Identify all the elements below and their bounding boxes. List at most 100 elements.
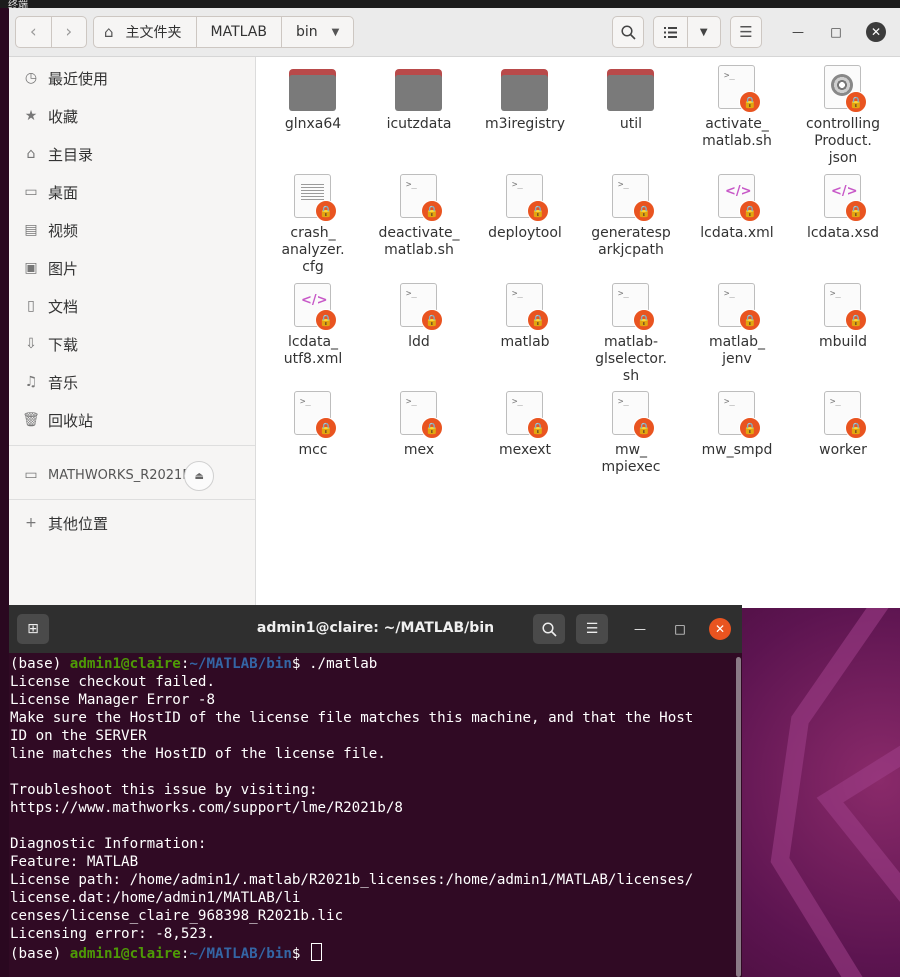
folder-icon bbox=[607, 65, 655, 113]
sidebar-item-home[interactable]: ⌂ 主目录 bbox=[9, 135, 255, 173]
file-item[interactable]: >_ 🔒 generatesp arkjcpath bbox=[579, 174, 683, 259]
file-item[interactable]: </> 🔒 lcdata.xml bbox=[685, 174, 789, 242]
music-icon: ♫ bbox=[24, 374, 38, 390]
terminal-minimize-button[interactable]: — bbox=[631, 620, 649, 638]
terminal-menu-button[interactable]: ☰ bbox=[576, 614, 608, 644]
file-item[interactable]: >_ 🔒 deactivate_ matlab.sh bbox=[367, 174, 471, 259]
lock-icon: 🔒 bbox=[421, 309, 443, 331]
script-file-icon: >_ 🔒 bbox=[501, 174, 549, 222]
script-file-icon: >_ 🔒 bbox=[395, 174, 443, 222]
terminal-close-button[interactable]: ✕ bbox=[709, 618, 731, 640]
xml-file-icon: </> 🔒 bbox=[819, 174, 867, 222]
search-icon bbox=[620, 24, 636, 40]
terminal-output-line: censes/license_claire_968398_R2021b.lic bbox=[10, 908, 344, 924]
lock-icon: 🔒 bbox=[633, 200, 655, 222]
sidebar-item-device[interactable]: ▭ MATHWORKS_R2021B ⏏ bbox=[9, 456, 255, 494]
file-item[interactable]: </> 🔒 lcdata.xsd bbox=[791, 174, 895, 242]
file-item[interactable]: >_ 🔒 mex bbox=[367, 391, 471, 459]
file-item[interactable]: >_ 🔒 activate_ matlab.sh bbox=[685, 65, 789, 150]
image-icon: ▣ bbox=[24, 260, 38, 276]
file-item[interactable]: >_ 🔒 worker bbox=[791, 391, 895, 459]
file-name: mcc bbox=[298, 442, 328, 458]
sidebar-item-pictures[interactable]: ▣ 图片 bbox=[9, 249, 255, 287]
file-item[interactable]: >_ 🔒 mexext bbox=[473, 391, 577, 459]
minimize-button[interactable]: — bbox=[789, 23, 807, 41]
terminal-output[interactable]: (base) admin1@claire:~/MATLAB/bin$ ./mat… bbox=[9, 653, 742, 977]
terminal-output-line: Diagnostic Information: bbox=[10, 836, 207, 852]
terminal-output-line: Make sure the HostID of the license file… bbox=[10, 710, 694, 726]
terminal-output-line: License Manager Error -8 bbox=[10, 692, 215, 708]
lock-icon: 🔒 bbox=[633, 417, 655, 439]
file-grid: glnxa64 icutzdata m3iregistry util >_ 🔒 activa… bbox=[256, 57, 900, 608]
terminal-scrollbar[interactable] bbox=[736, 657, 741, 977]
breadcrumb-matlab[interactable]: MATLAB bbox=[197, 17, 282, 47]
prompt-path: ~/MATLAB/bin bbox=[189, 656, 292, 672]
lock-icon: 🔒 bbox=[527, 200, 549, 222]
sidebar-item-other-locations[interactable]: + 其他位置 bbox=[9, 504, 255, 542]
prompt-end: $ bbox=[291, 656, 309, 672]
minimize-icon: — bbox=[792, 25, 804, 39]
prompt-user: admin1@claire bbox=[69, 946, 181, 962]
file-item[interactable]: >_ 🔒 mw_smpd bbox=[685, 391, 789, 459]
view-options: ▼ bbox=[653, 16, 721, 48]
folder-item[interactable]: icutzdata bbox=[367, 65, 471, 133]
file-item[interactable]: >_ 🔒 matlab_ jenv bbox=[685, 283, 789, 368]
sidebar-item-label: 桌面 bbox=[48, 183, 79, 202]
json-file-icon: 🔒 bbox=[819, 65, 867, 113]
breadcrumb-home[interactable]: ⌂ 主文件夹 bbox=[94, 17, 197, 47]
file-item[interactable]: </> 🔒 lcdata_ utf8.xml bbox=[261, 283, 365, 368]
folder-icon bbox=[501, 65, 549, 113]
lock-icon: 🔒 bbox=[315, 309, 337, 331]
search-button[interactable] bbox=[612, 16, 644, 48]
back-button[interactable]: ‹ bbox=[16, 17, 51, 47]
file-item[interactable]: >_ 🔒 matlab- glselector. sh bbox=[579, 283, 683, 385]
terminal-maximize-button[interactable]: □ bbox=[671, 620, 689, 638]
sidebar-item-documents[interactable]: ▯ 文档 bbox=[9, 287, 255, 325]
file-item[interactable]: 🔒 crash_ analyzer. cfg bbox=[261, 174, 365, 276]
terminal-prompt-line: (base) admin1@claire:~/MATLAB/bin$ ./mat… bbox=[10, 655, 377, 673]
sidebar-item-starred[interactable]: ★ 收藏 bbox=[9, 97, 255, 135]
folder-item[interactable]: glnxa64 bbox=[261, 65, 365, 133]
file-name: lcdata_ utf8.xml bbox=[283, 334, 343, 367]
file-item[interactable]: >_ 🔒 mw_ mpiexec bbox=[579, 391, 683, 476]
folder-item[interactable]: util bbox=[579, 65, 683, 133]
terminal-search-button[interactable] bbox=[533, 614, 565, 644]
sidebar-item-music[interactable]: ♫ 音乐 bbox=[9, 363, 255, 401]
breadcrumb-bin[interactable]: bin ▼ bbox=[282, 17, 353, 47]
file-item[interactable]: >_ 🔒mcc bbox=[261, 391, 365, 459]
terminal-output-line: Troubleshoot this issue by visiting: bbox=[10, 782, 318, 798]
file-name: mex bbox=[403, 442, 435, 458]
script-file-icon: >_ 🔒 bbox=[501, 283, 549, 331]
file-item[interactable]: >_ 🔒 mbuild bbox=[791, 283, 895, 351]
menu-button[interactable]: ☰ bbox=[730, 16, 762, 48]
view-dropdown-button[interactable]: ▼ bbox=[686, 17, 721, 47]
file-name: worker bbox=[819, 442, 867, 458]
sidebar-item-videos[interactable]: ▤ 视频 bbox=[9, 211, 255, 249]
list-view-button[interactable] bbox=[654, 17, 687, 47]
file-name: deactivate_ matlab.sh bbox=[378, 225, 460, 258]
chevron-down-icon: ▼ bbox=[699, 26, 708, 38]
file-name: glnxa64 bbox=[284, 116, 342, 132]
file-item[interactable]: >_ 🔒 deploytool bbox=[473, 174, 577, 242]
sidebar-item-trash[interactable]: 🗑 回收站 bbox=[9, 401, 255, 439]
file-item[interactable]: >_ 🔒 matlab bbox=[473, 283, 577, 351]
file-item[interactable]: 🔒 controlling Product. json bbox=[791, 65, 895, 167]
sidebar-item-label: 回收站 bbox=[48, 411, 94, 430]
sidebar-item-desktop[interactable]: ▭ 桌面 bbox=[9, 173, 255, 211]
terminal-prompt-line: (base) admin1@claire:~/MATLAB/bin$ bbox=[10, 943, 322, 963]
maximize-button[interactable]: □ bbox=[827, 23, 845, 41]
sidebar-item-recent[interactable]: ◷ 最近使用 bbox=[9, 59, 255, 97]
eject-button[interactable]: ⏏ bbox=[184, 461, 215, 491]
sidebar-item-downloads[interactable]: ⇩ 下载 bbox=[9, 325, 255, 363]
desktop-wallpaper-pattern bbox=[770, 600, 900, 977]
xml-file-icon: </> 🔒 bbox=[713, 174, 761, 222]
terminal-output-line: license.dat:/home/admin1/MATLAB/li bbox=[10, 890, 301, 906]
file-item[interactable]: >_ 🔒 ldd bbox=[367, 283, 471, 351]
script-file-icon: >_ 🔒 bbox=[289, 391, 337, 439]
breadcrumb-home-label: 主文件夹 bbox=[125, 25, 182, 41]
folder-item[interactable]: m3iregistry bbox=[473, 65, 577, 133]
drive-icon: ▭ bbox=[24, 467, 38, 483]
close-button[interactable]: ✕ bbox=[866, 22, 886, 42]
forward-button[interactable]: › bbox=[50, 17, 87, 47]
lock-icon: 🔒 bbox=[845, 200, 867, 222]
